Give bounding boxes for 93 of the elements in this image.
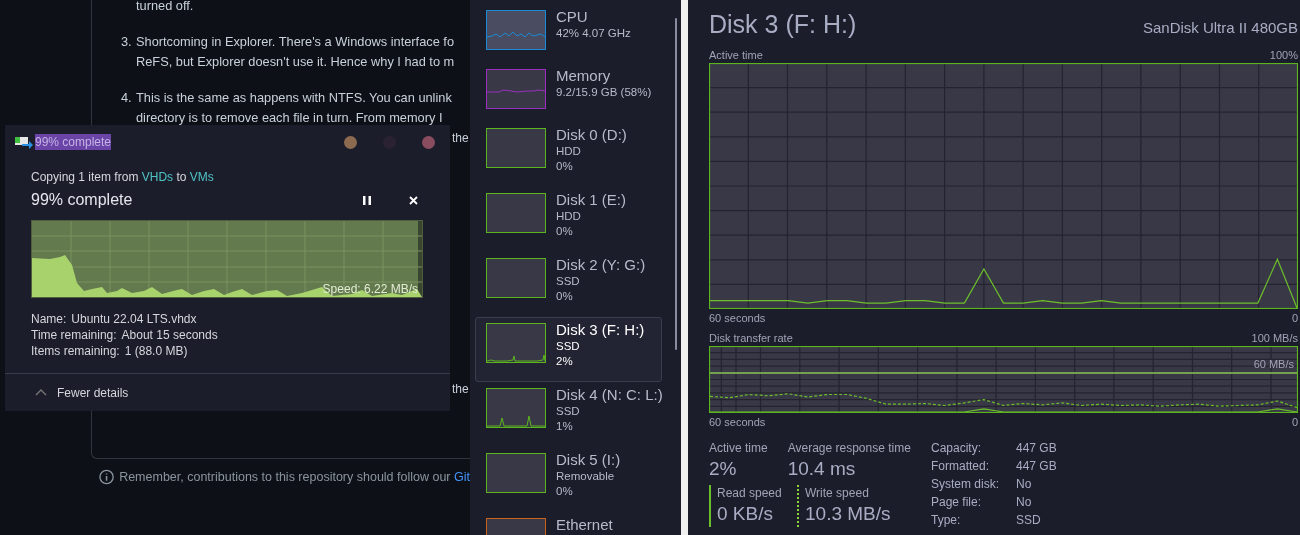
stat-value: 2% — [709, 456, 738, 481]
sidebar-item[interactable]: Ethernet — [475, 512, 662, 535]
list-number: 4. — [121, 89, 133, 107]
property-label: Capacity: — [931, 439, 983, 457]
property-value: No — [1016, 493, 1033, 511]
list-number: 3. — [121, 33, 133, 51]
property-label: System disk: — [931, 475, 1000, 493]
sidebar-item[interactable]: Disk 3 (F: H:) SSD 2% — [475, 317, 662, 382]
sidebar-item[interactable]: Disk 2 (Y: G:) SSD 0% — [475, 252, 662, 317]
detail-label: Time remaining: — [31, 327, 117, 343]
stat-value: 0 KB/s — [717, 501, 774, 526]
axis-label: 60 seconds — [709, 310, 766, 326]
sidebar-item-detail: 42% 4.07 GHz — [556, 26, 631, 41]
speed-label: Speed: 6.22 MB/s — [322, 282, 418, 296]
property-value: 447 GB — [1016, 439, 1057, 457]
axis-label: 100 MB/s — [1251, 330, 1298, 346]
property-value: No — [1016, 475, 1033, 493]
sidebar-item-detail: HDD — [556, 209, 582, 224]
sidebar-item-title: CPU — [556, 7, 589, 26]
detail-label: Name: — [31, 311, 67, 327]
stat-value: 10.4 ms — [787, 456, 857, 481]
folder-link[interactable]: VHDs — [141, 170, 174, 184]
axis-label: 60 MB/s — [1253, 356, 1294, 371]
sidebar-item-detail: Removable — [556, 469, 616, 484]
sidebar-item-detail: 0% — [556, 159, 574, 174]
sidebar-item-title: Memory — [556, 66, 612, 85]
stat-label: Active time — [709, 439, 768, 456]
axis-label: 0 — [1291, 414, 1298, 430]
sidebar-item[interactable]: Disk 0 (D:) HDD 0% — [475, 122, 662, 187]
detail-value: Ubuntu 22.04 LTS.vhdx — [71, 311, 197, 327]
sidebar-item-title: Disk 0 (D:) — [556, 125, 627, 144]
axis-label: 0 — [1291, 310, 1298, 326]
sidebar-item-detail: 9.2/15.9 GB (58%) — [556, 85, 652, 100]
text-fragment: the — [452, 131, 469, 145]
sidebar-item[interactable]: CPU 42% 4.07 GHz — [475, 4, 662, 63]
scrollbar[interactable] — [675, 18, 677, 350]
folder-link[interactable]: VMs — [189, 170, 214, 184]
detail-value: 1 (88.0 MB) — [124, 343, 188, 359]
property-value: SSD — [1016, 511, 1042, 529]
stat-label: Average response time — [787, 439, 911, 456]
chevron-up-icon — [35, 389, 47, 396]
chart-title: Active time — [709, 47, 763, 63]
disk-title: Disk 3 (F: H:) — [709, 9, 857, 40]
close-icon — [408, 195, 418, 205]
guidelines-link[interactable]: Git — [454, 470, 470, 484]
sidebar-item-detail: 0% — [556, 484, 574, 499]
window-button[interactable] — [344, 135, 357, 149]
paragraph-line: Shortcoming in Explorer. There's a Windows interface fo — [136, 33, 455, 51]
sidebar-item-title: Ethernet — [556, 515, 613, 534]
copy-icon — [14, 135, 34, 149]
axis-label: 60 seconds — [709, 414, 766, 430]
text-fragment: the — [452, 382, 469, 396]
sidebar-item-title: Disk 1 (E:) — [556, 190, 626, 209]
window-title: 99% complete — [35, 134, 112, 150]
stat-label: Read speed — [717, 484, 783, 501]
footer-note: Remember, contributions to this repository should follow our Git — [119, 469, 470, 486]
sidebar-item-title: Disk 2 (Y: G:) — [556, 255, 646, 274]
sidebar-item[interactable]: Disk 4 (N: C: L:) SSD 1% — [475, 382, 662, 447]
sidebar-item-detail: SSD — [556, 339, 581, 354]
axis-label: 100% — [1269, 47, 1298, 63]
copy-status-text: Copying 1 item from VHDs to VMs — [31, 169, 215, 186]
disk-model: SanDisk Ultra II 480GB — [1142, 18, 1298, 38]
progress-heading: 99% complete — [31, 190, 133, 210]
sidebar-item-detail: 0% — [556, 289, 574, 304]
sidebar-item-detail: SSD — [556, 404, 581, 419]
chart-title: Disk transfer rate — [709, 330, 793, 346]
detail-value: About 15 seconds — [121, 327, 218, 343]
paragraph-line: turned off. — [136, 0, 194, 15]
sidebar-item[interactable]: Disk 5 (I:) Removable 0% — [475, 447, 662, 512]
sidebar-item[interactable]: Memory 9.2/15.9 GB (58%) — [475, 63, 662, 122]
stat-label: Write speed — [805, 484, 870, 501]
property-label: Formatted: — [931, 457, 991, 475]
sidebar-item-detail: 1% — [556, 419, 574, 434]
property-value: 447 GB — [1016, 457, 1057, 475]
detail-label: Items remaining: — [31, 343, 120, 359]
sidebar-item-title: Disk 4 (N: C: L:) — [556, 385, 663, 404]
sidebar-item-detail: 2% — [556, 354, 574, 369]
paragraph-line: directory is to remove each file in turn. From memory I — [136, 109, 444, 127]
paragraph-line: ReFS, but Explorer doesn't use it. Hence why I had to m — [136, 53, 455, 71]
pause-icon — [363, 195, 371, 205]
fewer-details-button[interactable]: Fewer details — [35, 383, 129, 402]
sidebar-item-title: Disk 5 (I:) — [556, 450, 621, 469]
sidebar-item-title: Disk 3 (F: H:) — [556, 320, 645, 339]
stat-value: 10.3 MB/s — [805, 501, 891, 526]
paragraph-line: This is the same as happens with NTFS. You can unlink — [136, 89, 452, 107]
property-label: Type: — [931, 511, 962, 529]
sidebar-item-detail: HDD — [556, 144, 582, 159]
window-button[interactable] — [422, 135, 435, 149]
sidebar-item-detail: 0% — [556, 224, 574, 239]
sidebar-item-detail: SSD — [556, 274, 581, 289]
info-icon — [99, 469, 115, 486]
property-label: Page file: — [931, 493, 983, 511]
sidebar-item[interactable]: Disk 1 (E:) HDD 0% — [475, 187, 662, 252]
